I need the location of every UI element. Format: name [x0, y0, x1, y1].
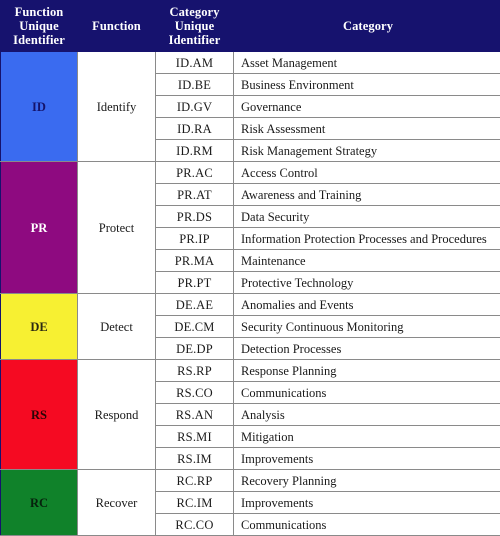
category-name: Access Control [234, 162, 500, 184]
category-name: Detection Processes [234, 338, 500, 360]
category-name: Data Security [234, 206, 500, 228]
category-unique-identifier: PR.PT [156, 272, 234, 294]
category-unique-identifier: ID.BE [156, 74, 234, 96]
column-header-category: Category [234, 1, 500, 52]
function-unique-identifier-rc: RC [1, 470, 78, 536]
table-header: Function Unique Identifier Function Cate… [1, 1, 500, 52]
category-unique-identifier: RC.CO [156, 514, 234, 536]
function-name-de: Detect [78, 294, 156, 360]
function-name-id: Identify [78, 52, 156, 162]
category-name: Communications [234, 514, 500, 536]
category-unique-identifier: PR.AC [156, 162, 234, 184]
function-name-rc: Recover [78, 470, 156, 536]
category-unique-identifier: PR.IP [156, 228, 234, 250]
category-unique-identifier: RS.AN [156, 404, 234, 426]
header-line-1: Function [15, 5, 64, 19]
nist-csf-function-category-table: Function Unique Identifier Function Cate… [0, 0, 500, 536]
category-name: Improvements [234, 448, 500, 470]
function-unique-identifier-rs: RS [1, 360, 78, 470]
category-unique-identifier: RS.CO [156, 382, 234, 404]
column-header-function-unique-identifier: Function Unique Identifier [1, 1, 78, 52]
column-header-category-unique-identifier: Category Unique Identifier [156, 1, 234, 52]
category-name: Maintenance [234, 250, 500, 272]
header-line-2: Unique [19, 19, 59, 33]
category-name: Security Continuous Monitoring [234, 316, 500, 338]
category-name: Business Environment [234, 74, 500, 96]
table-row: IDIdentifyID.AMAsset Management [1, 52, 500, 74]
function-name-pr: Protect [78, 162, 156, 294]
category-name: Mitigation [234, 426, 500, 448]
category-name: Awareness and Training [234, 184, 500, 206]
table-body: IDIdentifyID.AMAsset ManagementID.BEBusi… [1, 52, 500, 536]
table-row: PRProtectPR.ACAccess Control [1, 162, 500, 184]
category-unique-identifier: ID.GV [156, 96, 234, 118]
header-line-1: Category [169, 5, 219, 19]
category-unique-identifier: DE.CM [156, 316, 234, 338]
category-unique-identifier: PR.AT [156, 184, 234, 206]
function-unique-identifier-de: DE [1, 294, 78, 360]
column-header-function: Function [78, 1, 156, 52]
category-unique-identifier: RC.IM [156, 492, 234, 514]
category-name: Risk Management Strategy [234, 140, 500, 162]
category-name: Governance [234, 96, 500, 118]
category-name: Recovery Planning [234, 470, 500, 492]
category-unique-identifier: ID.AM [156, 52, 234, 74]
category-unique-identifier: PR.MA [156, 250, 234, 272]
table-row: RSRespondRS.RPResponse Planning [1, 360, 500, 382]
category-name: Communications [234, 382, 500, 404]
category-unique-identifier: RS.MI [156, 426, 234, 448]
category-unique-identifier: RS.IM [156, 448, 234, 470]
header-line-2: Unique [175, 19, 215, 33]
category-name: Information Protection Processes and Pro… [234, 228, 500, 250]
category-unique-identifier: DE.AE [156, 294, 234, 316]
category-unique-identifier: RS.RP [156, 360, 234, 382]
function-unique-identifier-id: ID [1, 52, 78, 162]
category-name: Improvements [234, 492, 500, 514]
function-name-rs: Respond [78, 360, 156, 470]
category-name: Protective Technology [234, 272, 500, 294]
category-unique-identifier: PR.DS [156, 206, 234, 228]
category-unique-identifier: DE.DP [156, 338, 234, 360]
header-row: Function Unique Identifier Function Cate… [1, 1, 500, 52]
table-row: DEDetectDE.AEAnomalies and Events [1, 294, 500, 316]
category-name: Analysis [234, 404, 500, 426]
table-row: RCRecoverRC.RPRecovery Planning [1, 470, 500, 492]
header-line-3: Identifier [13, 33, 65, 47]
category-name: Risk Assessment [234, 118, 500, 140]
header-line-3: Identifier [169, 33, 221, 47]
category-unique-identifier: ID.RA [156, 118, 234, 140]
function-unique-identifier-pr: PR [1, 162, 78, 294]
category-unique-identifier: RC.RP [156, 470, 234, 492]
category-name: Asset Management [234, 52, 500, 74]
category-name: Anomalies and Events [234, 294, 500, 316]
category-unique-identifier: ID.RM [156, 140, 234, 162]
category-name: Response Planning [234, 360, 500, 382]
